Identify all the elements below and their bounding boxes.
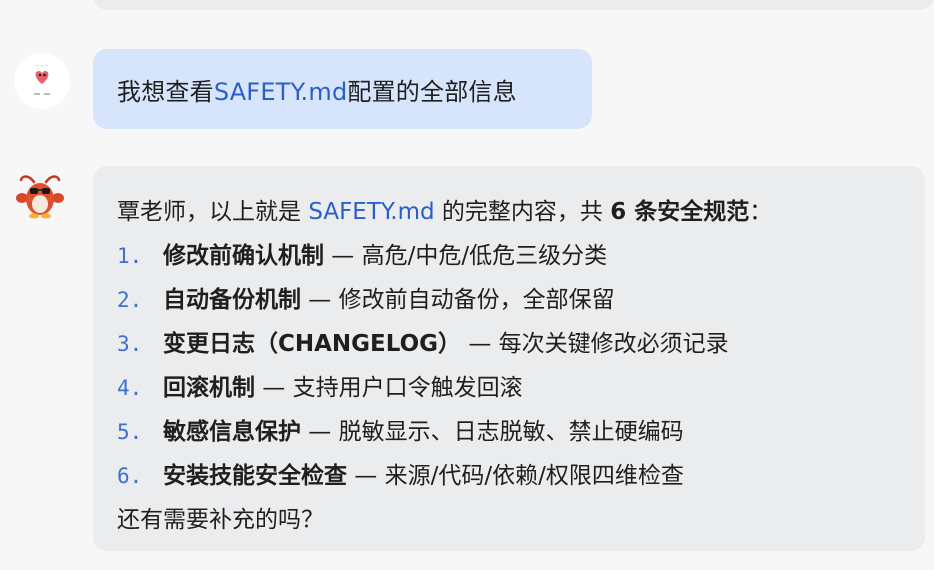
list-number: 1.: [117, 244, 143, 268]
intro-before: 覃老师，以上就是: [117, 199, 309, 225]
intro-end: ：: [749, 199, 773, 225]
list-number: 4.: [117, 376, 143, 400]
list-item-desc: — 修改前自动备份，全部保留: [301, 287, 615, 313]
user-message-text: 我想查看SAFETY.md配置的全部信息: [117, 72, 517, 107]
list-item-desc: — 来源/代码/依赖/权限四维检查: [347, 463, 684, 489]
user-message-before: 我想查看: [117, 77, 214, 106]
previous-message-bubble: [93, 0, 934, 10]
list-item-desc: — 每次关键修改必须记录: [461, 331, 729, 357]
intro-file-link[interactable]: SAFETY.md: [308, 199, 434, 225]
user-avatar-icon: ~ ~ ~: [15, 54, 69, 108]
list-number: 6.: [117, 464, 143, 488]
list-item: 1. 修改前确认机制 — 高危/中危/低危三级分类: [117, 234, 901, 278]
user-message-after: 配置的全部信息: [347, 77, 517, 106]
list-item-title: 自动备份机制: [163, 287, 301, 313]
assistant-message-bubble: 覃老师，以上就是 SAFETY.md 的完整内容，共 6 条安全规范： 1. 修改…: [93, 166, 925, 551]
list-number: 2.: [117, 288, 143, 312]
intro-middle: 的完整内容，共: [434, 199, 611, 225]
list-item: 3. 变更日志（CHANGELOG） — 每次关键修改必须记录: [117, 322, 901, 366]
list-item-title: 变更日志（CHANGELOG）: [163, 331, 462, 357]
list-item: 5. 敏感信息保护 — 脱敏显示、日志脱敏、禁止硬编码: [117, 410, 901, 454]
list-item-desc: — 脱敏显示、日志脱敏、禁止硬编码: [301, 419, 684, 445]
list-item-desc: — 高危/中危/低危三级分类: [324, 243, 608, 269]
list-number: 5.: [117, 420, 143, 444]
safety-file-link[interactable]: SAFETY.md: [214, 78, 348, 106]
list-item-title: 回滚机制: [163, 375, 255, 401]
list-item-title: 安装技能安全检查: [163, 463, 347, 489]
user-message-bubble: 我想查看SAFETY.md配置的全部信息: [93, 49, 592, 129]
assistant-intro: 覃老师，以上就是 SAFETY.md 的完整内容，共 6 条安全规范：: [117, 190, 901, 234]
list-item: 6. 安装技能安全检查 — 来源/代码/依赖/权限四维检查: [117, 454, 901, 498]
lobster-mascot-icon: [16, 175, 64, 219]
list-item: 4. 回滚机制 — 支持用户口令触发回滚: [117, 366, 901, 410]
list-item: 2. 自动备份机制 — 修改前自动备份，全部保留: [117, 278, 901, 322]
list-number: 3.: [117, 332, 143, 356]
svg-text:~ ~ ~: ~ ~ ~: [36, 63, 49, 68]
list-item-desc: — 支持用户口令触发回滚: [255, 375, 523, 401]
user-avatar[interactable]: ~ ~ ~: [14, 53, 70, 109]
assistant-closing: 还有需要补充的吗？: [117, 507, 324, 533]
list-item-title: 敏感信息保护: [163, 419, 301, 445]
list-item-title: 修改前确认机制: [163, 243, 324, 269]
assistant-avatar[interactable]: [12, 168, 68, 224]
intro-count: 6 条安全规范: [610, 199, 750, 225]
